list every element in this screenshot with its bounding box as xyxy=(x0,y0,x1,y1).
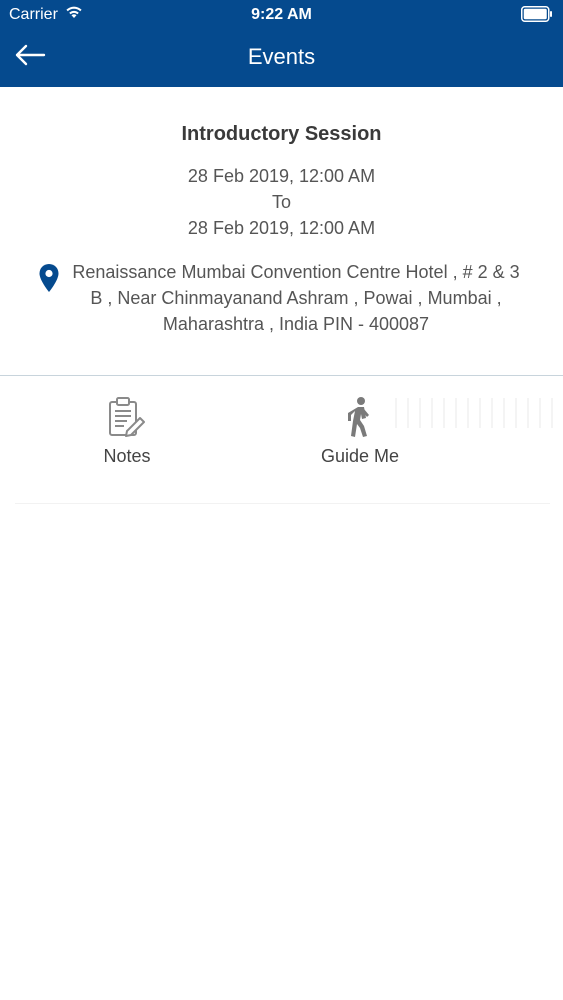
event-end-date: 28 Feb 2019, 12:00 AM xyxy=(187,218,376,238)
notes-icon xyxy=(107,396,147,438)
event-address: Renaissance Mumbai Convention Centre Hot… xyxy=(72,262,520,334)
event-actions: Notes Guide Me xyxy=(15,376,555,504)
walking-person-icon xyxy=(340,396,380,438)
notes-button[interactable]: Notes xyxy=(67,394,187,474)
status-time: 9:22 AM xyxy=(251,6,312,23)
date-separator: To xyxy=(271,192,291,212)
notes-label: Notes xyxy=(103,446,151,466)
event-start-date: 28 Feb 2019, 12:00 AM xyxy=(187,166,376,186)
guide-me-button[interactable]: Guide Me xyxy=(300,394,420,474)
location-pin-icon xyxy=(38,263,60,293)
page-title: Events xyxy=(247,44,316,69)
app-header: Carrier 9:22 AM Events xyxy=(0,0,563,87)
event-location: Renaissance Mumbai Convention Centre Hot… xyxy=(36,259,526,339)
navigation-bar: Events xyxy=(0,30,563,87)
status-bar: Carrier 9:22 AM xyxy=(0,0,563,30)
battery-icon xyxy=(521,6,553,22)
event-title: Introductory Session xyxy=(181,123,382,145)
guide-me-label: Guide Me xyxy=(320,446,400,466)
